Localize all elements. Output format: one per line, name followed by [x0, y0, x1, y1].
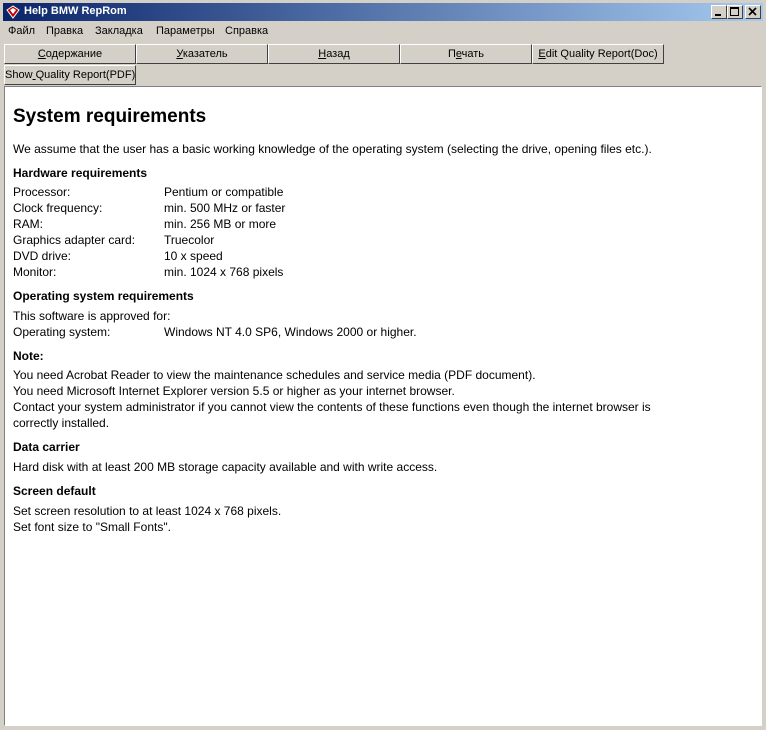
close-button[interactable] [745, 5, 761, 19]
hw-value-processor: Pentium or compatible [164, 185, 284, 199]
show-quality-report-pdf-button[interactable]: Show Quality Report(PDF) [4, 65, 136, 85]
close-icon [748, 7, 757, 16]
hw-value-monitor: min. 1024 x 768 pixels [164, 265, 284, 279]
menu-file[interactable]: Файл [8, 25, 35, 37]
screen-default-line: Set font size to "Small Fonts". [13, 520, 171, 534]
hw-value-ram: min. 256 MB or more [164, 217, 277, 231]
hw-value-clock: min. 500 MHz or faster [164, 201, 286, 215]
hw-label-ram: RAM: [13, 217, 43, 231]
edit-quality-report-doc-button[interactable]: Edit Quality Report(Doc) [532, 44, 664, 64]
note-line: Contact your system administrator if you… [13, 400, 651, 414]
os-value: Windows NT 4.0 SP6, Windows 2000 or high… [164, 325, 417, 339]
note-heading: Note: [13, 349, 44, 363]
menu-bar: Файл Правка Закладка Параметры Справка [3, 22, 763, 41]
back-button[interactable]: Назад [268, 44, 400, 64]
menu-options[interactable]: Параметры [156, 25, 215, 37]
contents-button[interactable]: Содержание [4, 44, 136, 64]
help-content-pane[interactable]: System requirements We assume that the u… [4, 86, 762, 726]
print-button[interactable]: Печать [400, 44, 532, 64]
hw-value-dvd: 10 x speed [164, 249, 223, 263]
hardware-heading: Hardware requirements [13, 166, 148, 180]
data-carrier-text: Hard disk with at least 200 MB storage c… [13, 460, 438, 474]
note-line: You need Microsoft Internet Explorer ver… [13, 384, 455, 398]
window-title: Help BMW RepRom [24, 5, 127, 17]
os-approved-text: This software is approved for: [13, 309, 171, 323]
hw-label-clock: Clock frequency: [13, 201, 103, 215]
note-line: You need Acrobat Reader to view the main… [13, 368, 536, 382]
intro-text: We assume that the user has a basic work… [13, 142, 652, 156]
help-toolbar: Содержание Указатель Назад Печать Edit Q… [3, 42, 763, 86]
minimize-button[interactable] [711, 5, 727, 19]
hw-label-graphics: Graphics adapter card: [13, 233, 136, 247]
hw-label-processor: Processor: [13, 185, 71, 199]
help-book-icon [5, 4, 21, 20]
os-label: Operating system: [13, 325, 111, 339]
page-title: System requirements [13, 106, 207, 127]
hw-value-graphics: Truecolor [164, 233, 215, 247]
os-heading: Operating system requirements [13, 289, 194, 303]
index-button[interactable]: Указатель [136, 44, 268, 64]
screen-default-line: Set screen resolution to at least 1024 x… [13, 504, 282, 518]
maximize-icon [730, 7, 739, 16]
hw-label-monitor: Monitor: [13, 265, 57, 279]
minimize-icon [715, 14, 721, 16]
note-line: correctly installed. [13, 416, 110, 430]
screen-default-heading: Screen default [13, 484, 96, 498]
hw-label-dvd: DVD drive: [13, 249, 72, 263]
menu-edit[interactable]: Правка [46, 25, 83, 37]
title-bar[interactable]: Help BMW RepRom [3, 3, 763, 21]
help-window: Help BMW RepRom Файл Правка Закладка Пар… [0, 0, 766, 730]
menu-help[interactable]: Справка [225, 25, 268, 37]
maximize-button[interactable] [727, 5, 743, 19]
menu-bookmark[interactable]: Закладка [95, 25, 143, 37]
data-carrier-heading: Data carrier [13, 440, 80, 454]
